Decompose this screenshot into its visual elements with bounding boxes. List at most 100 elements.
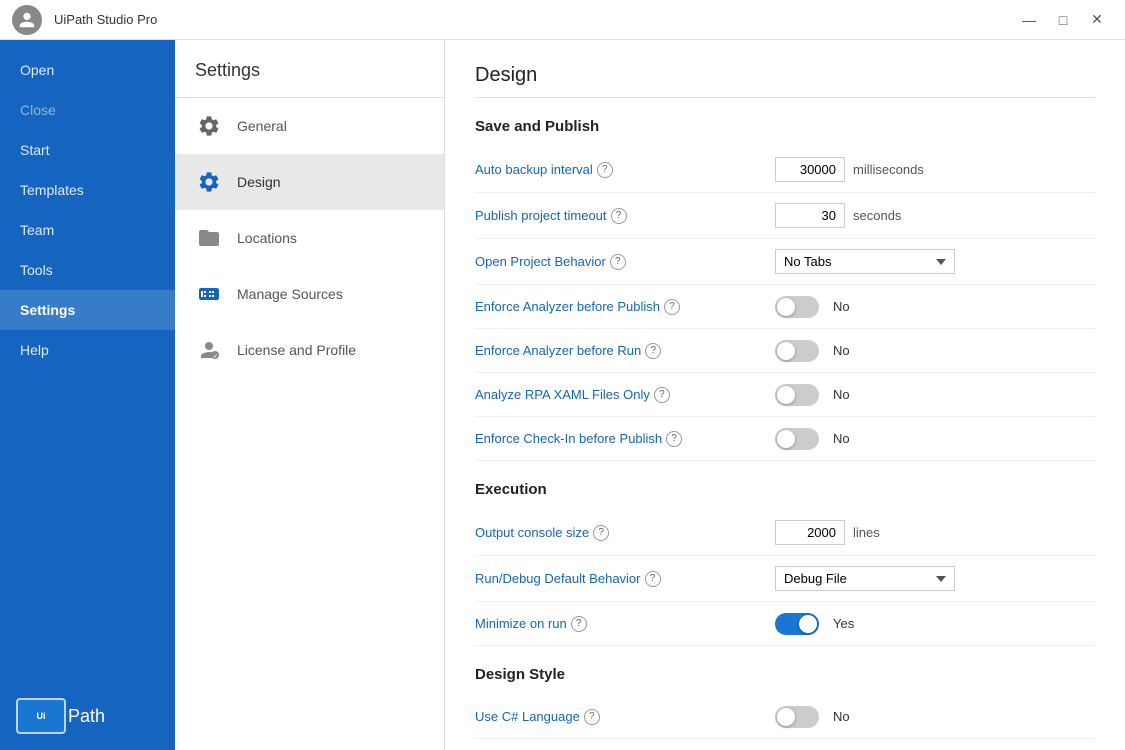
execution-subsection: Execution bbox=[475, 481, 1095, 498]
open-project-help-icon[interactable]: ? bbox=[610, 254, 626, 270]
auto-backup-label: Auto backup interval ? bbox=[475, 162, 775, 178]
enforce-checkin-value: No bbox=[833, 431, 850, 446]
settings-menu-license-profile[interactable]: ✓ License and Profile bbox=[175, 322, 444, 378]
user-avatar[interactable] bbox=[12, 5, 42, 35]
publish-timeout-input[interactable] bbox=[775, 203, 845, 228]
open-project-control: No Tabs Last Used Start Page bbox=[775, 249, 955, 274]
toggle-thumb-4 bbox=[777, 430, 795, 448]
enforce-analyzer-publish-value: No bbox=[833, 299, 850, 314]
use-csharp-row: Use C# Language ? No bbox=[475, 695, 1095, 739]
settings-title: Settings bbox=[175, 60, 444, 98]
enforce-analyzer-publish-toggle[interactable] bbox=[775, 296, 819, 318]
enforce-checkin-label: Enforce Check-In before Publish ? bbox=[475, 431, 775, 447]
debug-behavior-row: Run/Debug Default Behavior ? Debug File … bbox=[475, 556, 1095, 602]
use-csharp-toggle[interactable] bbox=[775, 706, 819, 728]
settings-menu-locations[interactable]: Locations bbox=[175, 210, 444, 266]
analyze-rpa-toggle[interactable] bbox=[775, 384, 819, 406]
save-publish-subsection: Save and Publish bbox=[475, 118, 1095, 135]
enforce-checkin-row: Enforce Check-In before Publish ? No bbox=[475, 417, 1095, 461]
maximize-button[interactable]: □ bbox=[1047, 4, 1079, 36]
auto-backup-input[interactable] bbox=[775, 157, 845, 182]
use-csharp-help-icon[interactable]: ? bbox=[584, 709, 600, 725]
toggle-thumb-5 bbox=[799, 615, 817, 633]
settings-menu-design[interactable]: Design bbox=[175, 154, 444, 210]
nav-item-help[interactable]: Help bbox=[0, 330, 175, 370]
content-scroll[interactable]: Design Save and Publish Auto backup inte… bbox=[445, 40, 1125, 750]
minimize-button[interactable]: — bbox=[1013, 4, 1045, 36]
analyze-rpa-help-icon[interactable]: ? bbox=[654, 387, 670, 403]
minimize-on-run-toggle[interactable] bbox=[775, 613, 819, 635]
toggle-thumb bbox=[777, 298, 795, 316]
manage-sources-icon bbox=[195, 280, 223, 308]
toggle-thumb-6 bbox=[777, 708, 795, 726]
open-project-select[interactable]: No Tabs Last Used Start Page bbox=[775, 249, 955, 274]
analyze-rpa-label: Analyze RPA XAML Files Only ? bbox=[475, 387, 775, 403]
debug-behavior-select[interactable]: Debug File Run File Debug Project bbox=[775, 566, 955, 591]
nav-item-settings[interactable]: Settings bbox=[0, 290, 175, 330]
design-section-title: Design bbox=[475, 64, 1095, 98]
nav-item-templates[interactable]: Templates bbox=[0, 170, 175, 210]
analyze-rpa-row: Analyze RPA XAML Files Only ? No bbox=[475, 373, 1095, 417]
debug-behavior-control: Debug File Run File Debug Project bbox=[775, 566, 955, 591]
publish-timeout-label: Publish project timeout ? bbox=[475, 208, 775, 224]
debug-behavior-label: Run/Debug Default Behavior ? bbox=[475, 571, 775, 587]
logo-text: Path bbox=[68, 706, 105, 727]
enforce-analyzer-run-toggle[interactable] bbox=[775, 340, 819, 362]
enforce-analyzer-run-control: No bbox=[775, 340, 850, 362]
output-console-label: Output console size ? bbox=[475, 525, 775, 541]
publish-timeout-control: seconds bbox=[775, 203, 901, 228]
design-gear-icon bbox=[195, 168, 223, 196]
enforce-checkin-toggle[interactable] bbox=[775, 428, 819, 450]
auto-backup-help-icon[interactable]: ? bbox=[597, 162, 613, 178]
nav-item-open[interactable]: Open bbox=[0, 50, 175, 90]
output-console-row: Output console size ? lines bbox=[475, 510, 1095, 556]
debug-behavior-help-icon[interactable]: ? bbox=[645, 571, 661, 587]
left-nav: Open Close Start Templates Team Tools Se… bbox=[0, 40, 175, 750]
enforce-analyzer-run-value: No bbox=[833, 343, 850, 358]
close-button[interactable]: ✕ bbox=[1081, 4, 1113, 36]
analyze-rpa-control: No bbox=[775, 384, 850, 406]
enforce-analyzer-publish-label: Enforce Analyzer before Publish ? bbox=[475, 299, 775, 315]
settings-menu-locations-label: Locations bbox=[237, 230, 297, 246]
minimize-on-run-help-icon[interactable]: ? bbox=[571, 616, 587, 632]
content-area: Design Save and Publish Auto backup inte… bbox=[445, 40, 1125, 750]
enforce-analyzer-run-label: Enforce Analyzer before Run ? bbox=[475, 343, 775, 359]
use-csharp-label: Use C# Language ? bbox=[475, 709, 775, 725]
analyze-rpa-value: No bbox=[833, 387, 850, 402]
nav-item-team[interactable]: Team bbox=[0, 210, 175, 250]
publish-timeout-unit: seconds bbox=[853, 208, 901, 223]
open-project-behavior-row: Open Project Behavior ? No Tabs Last Use… bbox=[475, 239, 1095, 285]
enforce-analyzer-publish-row: Enforce Analyzer before Publish ? No bbox=[475, 285, 1095, 329]
auto-backup-row: Auto backup interval ? milliseconds bbox=[475, 147, 1095, 193]
output-console-input[interactable] bbox=[775, 520, 845, 545]
logo-box: Ui bbox=[16, 698, 66, 734]
settings-menu-design-label: Design bbox=[237, 174, 281, 190]
window-controls: — □ ✕ bbox=[1013, 4, 1113, 36]
enforce-analyzer-publish-help-icon[interactable]: ? bbox=[664, 299, 680, 315]
toggle-thumb-2 bbox=[777, 342, 795, 360]
design-style-subsection: Design Style bbox=[475, 666, 1095, 683]
titlebar: UiPath Studio Pro — □ ✕ bbox=[0, 0, 1125, 40]
output-console-help-icon[interactable]: ? bbox=[593, 525, 609, 541]
open-project-label: Open Project Behavior ? bbox=[475, 254, 775, 270]
person-badge-icon: ✓ bbox=[195, 336, 223, 364]
auto-backup-control: milliseconds bbox=[775, 157, 924, 182]
nav-item-tools[interactable]: Tools bbox=[0, 250, 175, 290]
folder-icon bbox=[195, 224, 223, 252]
nav-item-start[interactable]: Start bbox=[0, 130, 175, 170]
publish-timeout-help-icon[interactable]: ? bbox=[611, 208, 627, 224]
enforce-checkin-help-icon[interactable]: ? bbox=[666, 431, 682, 447]
publish-timeout-row: Publish project timeout ? seconds bbox=[475, 193, 1095, 239]
use-csharp-value: No bbox=[833, 709, 850, 724]
enforce-analyzer-publish-control: No bbox=[775, 296, 850, 318]
minimize-on-run-label: Minimize on run ? bbox=[475, 616, 775, 632]
enforce-analyzer-run-help-icon[interactable]: ? bbox=[645, 343, 661, 359]
nav-item-close[interactable]: Close bbox=[0, 90, 175, 130]
settings-menu-manage-sources[interactable]: Manage Sources bbox=[175, 266, 444, 322]
settings-menu-license-profile-label: License and Profile bbox=[237, 342, 356, 358]
settings-menu-general[interactable]: General bbox=[175, 98, 444, 154]
app-logo: Ui Path bbox=[0, 682, 175, 750]
settings-menu-manage-sources-label: Manage Sources bbox=[237, 286, 343, 302]
minimize-on-run-control: Yes bbox=[775, 613, 854, 635]
settings-sidebar: Settings General Design Locations bbox=[175, 40, 445, 750]
